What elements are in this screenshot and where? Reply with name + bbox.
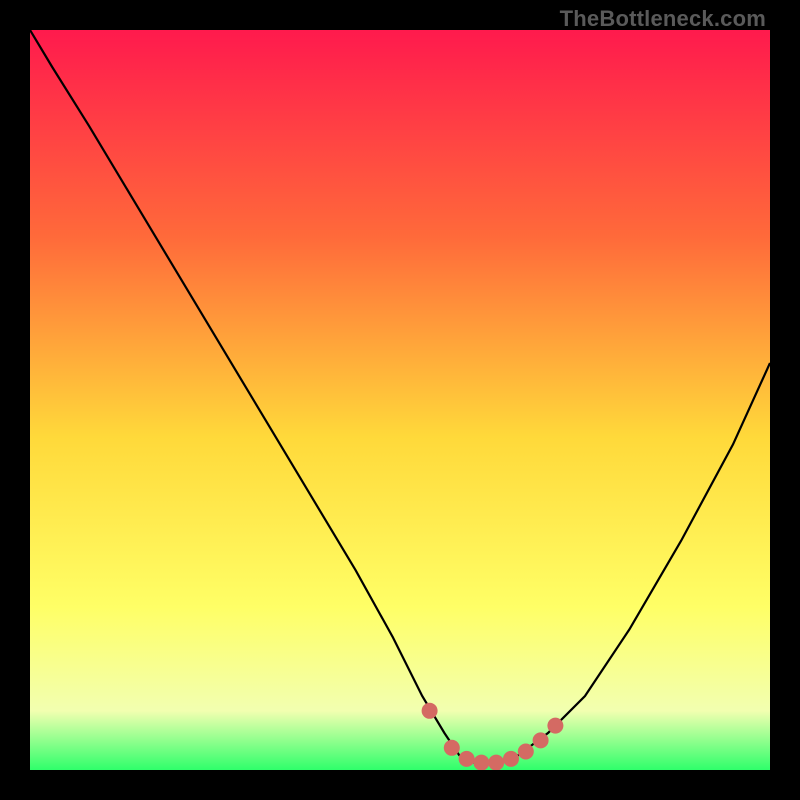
- chart-container: TheBottleneck.com: [0, 0, 800, 800]
- gradient-background: [30, 30, 770, 770]
- marker-dot: [422, 703, 438, 719]
- marker-dot: [533, 732, 549, 748]
- marker-dot: [473, 755, 489, 770]
- marker-dot: [547, 718, 563, 734]
- marker-dot: [503, 751, 519, 767]
- marker-dot: [444, 740, 460, 756]
- watermark-text: TheBottleneck.com: [560, 6, 766, 32]
- plot-area: [30, 30, 770, 770]
- marker-dot: [488, 755, 504, 770]
- marker-dot: [518, 744, 534, 760]
- marker-dot: [459, 751, 475, 767]
- chart-svg: [30, 30, 770, 770]
